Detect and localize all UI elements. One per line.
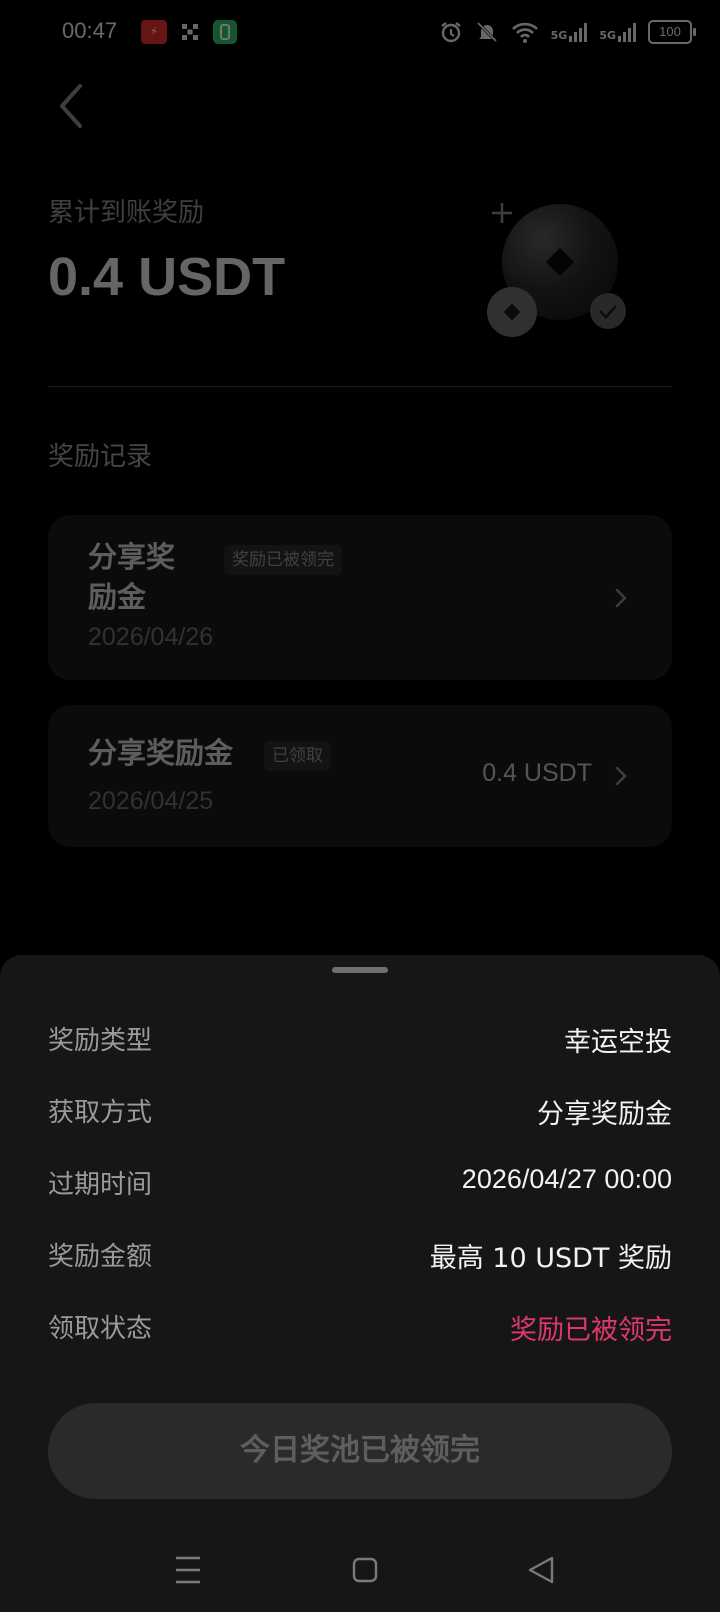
detail-row-expiry: 过期时间 2026/04/27 00:00 [48, 1164, 672, 1204]
record-date: 2026/04/26 [88, 623, 214, 651]
record-date: 2026/04/25 [88, 787, 214, 815]
detail-value: 分享奖励金 [537, 1099, 672, 1130]
x-app-icon [182, 24, 198, 40]
reward-record-card[interactable]: 分享奖励金 奖励已被领完 2026/04/26 [48, 515, 672, 680]
record-amount: 0.4 USDT [482, 759, 592, 787]
reward-page: 00:47 ⚡ 5G 5G 100 累计到账奖励 0.4 USDT 奖励记录 分… [0, 0, 720, 1612]
reward-detail-sheet: 奖励类型 幸运空投 获取方式 分享奖励金 过期时间 2026/04/27 00:… [0, 955, 720, 1612]
back-triangle-icon[interactable] [512, 1540, 572, 1600]
chevron-right-icon [615, 588, 627, 608]
system-nav-bar [0, 1540, 720, 1600]
detail-value: 最高 10 USDT 奖励 [429, 1243, 672, 1274]
detail-row-method: 获取方式 分享奖励金 [48, 1092, 672, 1132]
chevron-right-icon [615, 766, 627, 786]
green-app-icon [213, 20, 237, 44]
lightning-app-icon: ⚡ [141, 20, 167, 44]
total-reward-label: 累计到账奖励 [48, 198, 205, 228]
chevron-left-icon[interactable] [52, 78, 92, 134]
detail-key: 过期时间 [48, 1170, 153, 1200]
detail-value: 2026/04/27 00:00 [461, 1164, 672, 1194]
detail-value: 幸运空投 [564, 1027, 672, 1058]
sheet-drag-handle[interactable] [332, 967, 388, 973]
record-title: 分享奖励金 [88, 736, 234, 770]
record-status-badge: 奖励已被领完 [224, 545, 342, 575]
detail-key: 领取状态 [48, 1314, 153, 1344]
signal-2-label: 5G [599, 29, 616, 42]
detail-status-value: 奖励已被领完 [510, 1315, 672, 1346]
total-reward-value: 0.4 USDT [48, 247, 286, 307]
status-bar: 00:47 ⚡ 5G 5G 100 [0, 0, 720, 64]
battery-indicator: 100 [648, 20, 696, 44]
status-time: 00:47 [62, 18, 118, 43]
reward-coin-illustration [487, 203, 626, 337]
detail-key: 奖励金额 [48, 1242, 153, 1272]
detail-key: 奖励类型 [48, 1026, 153, 1056]
detail-row-status: 领取状态 奖励已被领完 [48, 1308, 672, 1348]
alarm-icon [440, 22, 461, 43]
bell-off-icon [476, 21, 497, 43]
record-status-badge: 已领取 [264, 741, 331, 771]
header-divider [48, 386, 672, 387]
claim-button-disabled[interactable]: 今日奖池已被领完 [48, 1403, 672, 1499]
wifi-icon [511, 22, 538, 43]
signal-1-label: 5G [550, 29, 568, 42]
detail-row-amount: 奖励金额 最高 10 USDT 奖励 [48, 1236, 672, 1276]
detail-key: 获取方式 [48, 1098, 153, 1128]
records-section-label: 奖励记录 [48, 442, 153, 472]
home-square-icon[interactable] [335, 1540, 395, 1600]
menu-icon[interactable] [158, 1540, 218, 1600]
record-title: 分享奖励金 [88, 540, 176, 614]
signal-2: 5G [599, 22, 636, 42]
detail-row-type: 奖励类型 幸运空投 [48, 1020, 672, 1060]
reward-record-card[interactable]: 分享奖励金 已领取 2026/04/25 0.4 USDT [48, 705, 672, 847]
signal-1: 5G [551, 22, 588, 42]
